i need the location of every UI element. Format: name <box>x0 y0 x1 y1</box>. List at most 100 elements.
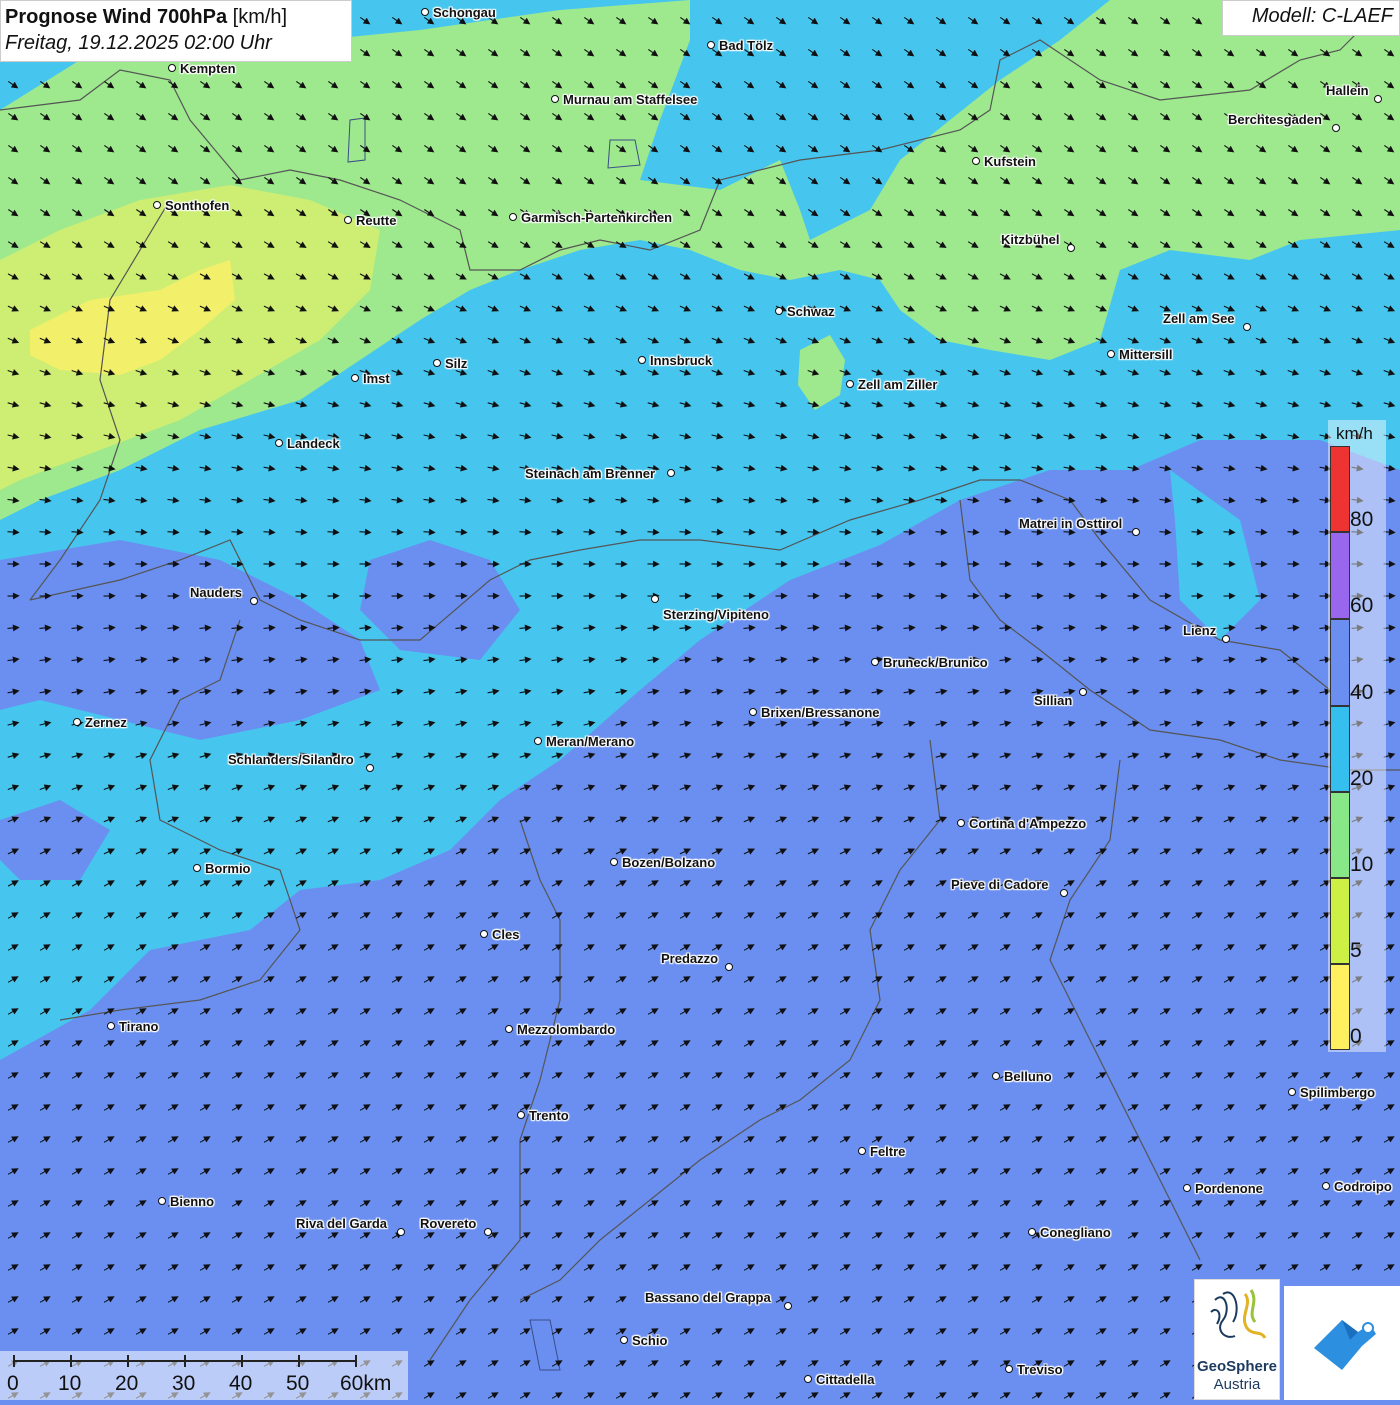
city-label: Sterzing/Vipiteno <box>663 607 769 622</box>
city-label: Nauders <box>190 585 242 600</box>
city-dot-icon <box>651 595 659 603</box>
city-label: Bruneck/Brunico <box>883 655 988 670</box>
city-label: Belluno <box>1004 1069 1052 1084</box>
city-dot-icon <box>620 1336 628 1344</box>
geosphere-mark-icon <box>1195 1280 1279 1358</box>
city-label: Spilimbergo <box>1300 1085 1375 1100</box>
legend-swatch-5 <box>1330 878 1350 964</box>
city-label: Mezzolombardo <box>517 1022 615 1037</box>
city-dot-icon <box>1067 244 1075 252</box>
city-label: Hallein <box>1326 83 1369 98</box>
city-dot-icon <box>366 764 374 772</box>
city-dot-icon <box>480 930 488 938</box>
city-label: Lienz <box>1183 623 1216 638</box>
city-dot-icon <box>1243 323 1251 331</box>
city-dot-icon <box>957 819 965 827</box>
city-dot-icon <box>725 963 733 971</box>
city-label: Imst <box>363 371 390 386</box>
city-label: Berchtesgaden <box>1228 112 1322 127</box>
city-label: Schwaz <box>787 304 835 319</box>
city-dot-icon <box>484 1228 492 1236</box>
city-label: Murnau am Staffelsee <box>563 92 697 107</box>
legend-unit: km/h <box>1336 424 1373 444</box>
city-label: Trento <box>529 1108 569 1123</box>
city-label: Sillian <box>1034 693 1072 708</box>
scale-label-0: 0 <box>7 1372 19 1396</box>
city-label: Schlanders/Silandro <box>228 752 354 767</box>
legend-tick-10: 10 <box>1350 853 1373 877</box>
city-label: Kempten <box>180 61 236 76</box>
city-label: Rovereto <box>420 1216 476 1231</box>
city-label: Sonthofen <box>165 198 229 213</box>
app-logo[interactable] <box>1284 1286 1400 1400</box>
legend-tick-20: 20 <box>1350 767 1373 791</box>
city-label: Schio <box>632 1333 667 1348</box>
city-dot-icon <box>250 597 258 605</box>
city-dot-icon <box>1005 1365 1013 1373</box>
city-dot-icon <box>505 1025 513 1033</box>
city-dot-icon <box>153 201 161 209</box>
city-dot-icon <box>433 359 441 367</box>
city-label: Cles <box>492 927 519 942</box>
city-dot-icon <box>638 356 646 364</box>
city-dot-icon <box>1322 1182 1330 1190</box>
city-dot-icon <box>397 1228 405 1236</box>
city-label: Reutte <box>356 213 396 228</box>
city-dot-icon <box>871 658 879 666</box>
geosphere-logo[interactable]: GeoSphere Austria <box>1194 1279 1280 1400</box>
city-dot-icon <box>610 858 618 866</box>
city-dot-icon <box>193 864 201 872</box>
city-dot-icon <box>1288 1088 1296 1096</box>
city-label: Landeck <box>287 436 340 451</box>
city-dot-icon <box>804 1375 812 1383</box>
city-label: Zell am See <box>1163 311 1235 326</box>
city-dot-icon <box>858 1147 866 1155</box>
geosphere-country: Austria <box>1195 1376 1279 1393</box>
city-label: Riva del Garda <box>296 1216 387 1231</box>
city-label: Kitzbühel <box>1001 232 1060 247</box>
city-dot-icon <box>421 8 429 16</box>
city-label: Steinach am Brenner <box>525 466 655 481</box>
city-dot-icon <box>784 1302 792 1310</box>
scale-bar-line <box>0 1351 408 1371</box>
city-label: Meran/Merano <box>546 734 634 749</box>
geosphere-name: GeoSphere <box>1195 1358 1279 1375</box>
city-dot-icon <box>1222 635 1230 643</box>
city-dot-icon <box>509 213 517 221</box>
city-dot-icon <box>551 95 559 103</box>
city-label: Cittadella <box>816 1372 875 1387</box>
city-label: Codroipo <box>1334 1179 1392 1194</box>
city-dot-icon <box>972 157 980 165</box>
city-label: Bienno <box>170 1194 214 1209</box>
legend-swatch-60 <box>1330 532 1350 619</box>
city-label: Mittersill <box>1119 347 1172 362</box>
city-dot-icon <box>1079 688 1087 696</box>
color-legend: km/h 80 60 40 20 10 5 0 <box>1328 420 1386 1052</box>
city-label: Predazzo <box>661 951 718 966</box>
title-main: Prognose Wind 700hPa <box>5 6 227 28</box>
city-label: Schongau <box>433 5 496 20</box>
city-label: Zell am Ziller <box>858 377 937 392</box>
city-dot-icon <box>517 1111 525 1119</box>
city-dot-icon <box>992 1072 1000 1080</box>
city-label: Silz <box>445 356 467 371</box>
city-label: Matrei in Osttirol <box>1019 516 1122 531</box>
legend-swatch-40 <box>1330 619 1350 706</box>
city-label: Kufstein <box>984 154 1036 169</box>
city-dot-icon <box>667 469 675 477</box>
city-dot-icon <box>351 374 359 382</box>
legend-swatch-0 <box>1330 964 1350 1050</box>
city-label: Tirano <box>119 1019 159 1034</box>
city-label: Cortina d'Ampezzo <box>969 816 1086 831</box>
scale-label-10: 10 <box>58 1372 81 1396</box>
legend-swatch-80 <box>1330 446 1350 532</box>
legend-tick-60: 60 <box>1350 594 1373 618</box>
city-dot-icon <box>1132 528 1140 536</box>
city-dot-icon <box>846 380 854 388</box>
wind-forecast-map[interactable]: SchongauKemptenBad TölzMurnau am Staffel… <box>0 0 1400 1400</box>
scale-label-30: 30 <box>172 1372 195 1396</box>
city-label: Pordenone <box>1195 1181 1263 1196</box>
scale-label-20: 20 <box>115 1372 138 1396</box>
city-dot-icon <box>707 41 715 49</box>
city-dot-icon <box>534 737 542 745</box>
